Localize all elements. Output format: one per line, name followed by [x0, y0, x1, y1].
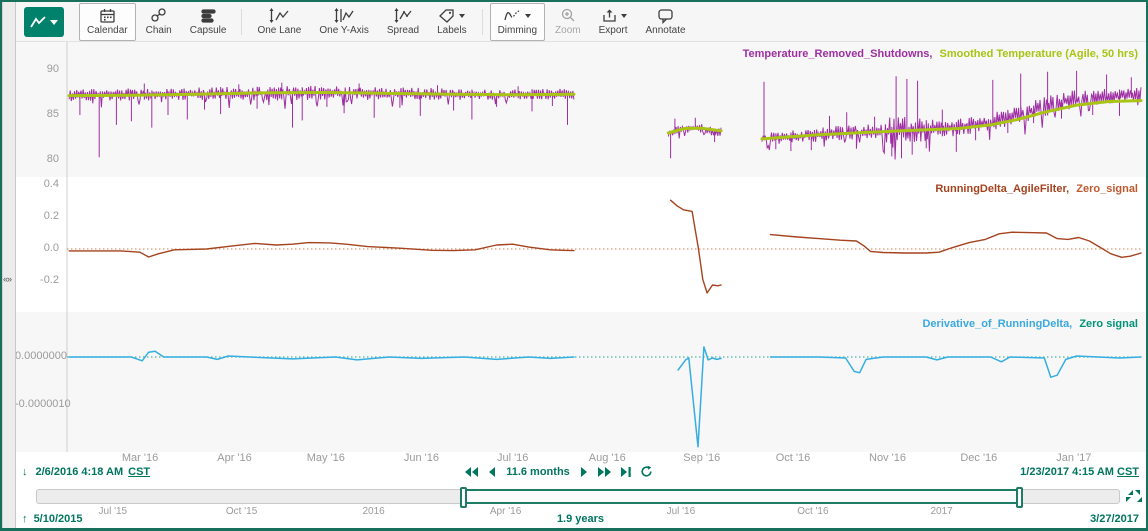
annotate-bubble-icon	[656, 7, 675, 24]
timeline-end-date: 3/27/2017	[1090, 513, 1139, 525]
expand-range-icon[interactable]	[1125, 489, 1143, 503]
trend-view-button[interactable]	[24, 7, 64, 37]
trend-chart-canvas[interactable]	[15, 42, 1146, 452]
one-y-axis-icon	[333, 7, 355, 24]
y-axis-label: 0.0	[15, 242, 59, 254]
zoom-magnifier-icon	[559, 7, 577, 24]
caret-down-icon	[525, 14, 531, 18]
timeline-handle-left[interactable]	[460, 487, 467, 508]
auto-update-refresh-button[interactable]	[640, 465, 653, 478]
range-end-date[interactable]: 1/23/2017 4:15 AM	[1020, 466, 1114, 478]
caret-down-icon	[621, 14, 627, 18]
seeq-trend-window: «» Calendar	[0, 0, 1148, 531]
x-axis: Mar '16 Apr '16 May '16 Jun '16 Jul '16 Aug '…	[15, 452, 1146, 466]
toolbar-button-chain[interactable]: Chain	[138, 3, 180, 41]
range-step-controls: 11.6 months	[0, 465, 1124, 478]
toolbar-divider	[241, 9, 242, 35]
legend-item[interactable]: Temperature_Removed_Shutdowns,	[743, 48, 933, 60]
one-lane-icon	[268, 7, 290, 24]
lane3-legend: Derivative_of_RunningDelta, Zero signal	[922, 318, 1138, 330]
toolbar-button-spread[interactable]: Spread	[379, 3, 427, 41]
capsule-icon	[199, 7, 218, 24]
y-axis-label: 90	[15, 63, 59, 75]
dimming-icon	[503, 7, 522, 24]
toolbar-button-one-lane[interactable]: One Lane	[249, 3, 309, 41]
range-end-timezone[interactable]: CST	[1117, 466, 1139, 478]
y-axis-label: -0.0000010	[15, 398, 59, 410]
x-axis-label: Sep '16	[667, 452, 737, 464]
step-to-end-button[interactable]	[620, 466, 632, 478]
y-axis-label: 0.2	[15, 210, 59, 222]
x-axis-label: Mar '16	[105, 452, 175, 464]
y-axis-label: 85	[15, 108, 59, 120]
y-axis-label: -0.2	[15, 274, 59, 286]
x-axis-label: Apr '16	[200, 452, 270, 464]
timeline-handle-right[interactable]	[1016, 487, 1023, 508]
x-axis-label: Oct '16	[758, 452, 828, 464]
lane1-legend: Temperature_Removed_Shutdowns, Smoothed …	[743, 48, 1138, 60]
x-axis-label: Dec '16	[944, 452, 1014, 464]
toolbar-button-export[interactable]: Export	[591, 3, 636, 41]
toolbar-button-zoom: Zoom	[547, 3, 589, 41]
timeline-track[interactable]	[36, 489, 1120, 504]
timeline-duration: 1.9 years	[15, 513, 1146, 525]
legend-item[interactable]: Derivative_of_RunningDelta,	[922, 318, 1072, 330]
chart-area[interactable]: Temperature_Removed_Shutdowns, Smoothed …	[15, 42, 1146, 452]
toolbar-button-one-y-axis[interactable]: One Y-Axis	[311, 3, 376, 41]
chain-icon	[149, 7, 168, 24]
range-duration-label[interactable]: 11.6 months	[506, 466, 570, 478]
step-forward-fast-button[interactable]	[597, 466, 612, 478]
caret-down-icon	[459, 14, 465, 18]
range-nav-row: ↓ 2/6/2016 4:18 AM CST 11.6 months	[15, 465, 1146, 483]
x-axis-label: Nov '16	[853, 452, 923, 464]
export-icon	[600, 7, 618, 24]
toolbar-button-labels[interactable]: Labels	[429, 3, 474, 41]
timeline-selection[interactable]	[464, 489, 1019, 504]
x-axis-label: May '16	[291, 452, 361, 464]
step-forward-button[interactable]	[580, 466, 589, 478]
timeline-bounds-row: ↑ 5/10/2015 1.9 years 3/27/2017	[15, 513, 1146, 527]
range-end-link[interactable]: 1/23/2017 4:15 AM CST	[1020, 466, 1139, 478]
collapse-handle-icon[interactable]: «»	[3, 274, 11, 284]
legend-item[interactable]: Zero_signal	[1076, 183, 1138, 195]
toolbar-divider	[482, 9, 483, 35]
y-axis-label: 0.0000000	[15, 350, 59, 362]
lane2-legend: RunningDelta_AgileFilter, Zero_signal	[935, 183, 1138, 195]
spread-icon	[393, 7, 413, 24]
toolbar-button-annotate[interactable]: Annotate	[638, 3, 694, 41]
x-axis-label: Aug '16	[572, 452, 642, 464]
toolbar-button-calendar[interactable]: Calendar	[79, 3, 136, 41]
left-splitter[interactable]: «»	[2, 2, 16, 528]
step-back-button[interactable]	[487, 466, 496, 478]
toolbar-button-capsule[interactable]: Capsule	[182, 3, 235, 41]
x-axis-label: Jan '17	[1039, 452, 1109, 464]
calendar-icon	[98, 7, 117, 24]
labels-tag-icon	[438, 7, 456, 24]
legend-item[interactable]: RunningDelta_AgileFilter,	[935, 183, 1069, 195]
toolbar: Calendar Chain Capsule	[15, 2, 1146, 42]
legend-item[interactable]: Smoothed Temperature (Agile, 50 hrs)	[940, 48, 1138, 60]
toolbar-button-dimming[interactable]: Dimming	[490, 3, 545, 41]
legend-item[interactable]: Zero signal	[1079, 318, 1138, 330]
y-axis-label: 80	[15, 153, 59, 165]
step-back-fast-button[interactable]	[464, 466, 479, 478]
y-axis-label: 0.4	[15, 178, 59, 190]
x-axis-label: Jun '16	[386, 452, 456, 464]
main-content: Calendar Chain Capsule	[15, 2, 1146, 528]
x-axis-label: Jul '16	[478, 452, 548, 464]
trend-chart-icon	[29, 14, 59, 30]
